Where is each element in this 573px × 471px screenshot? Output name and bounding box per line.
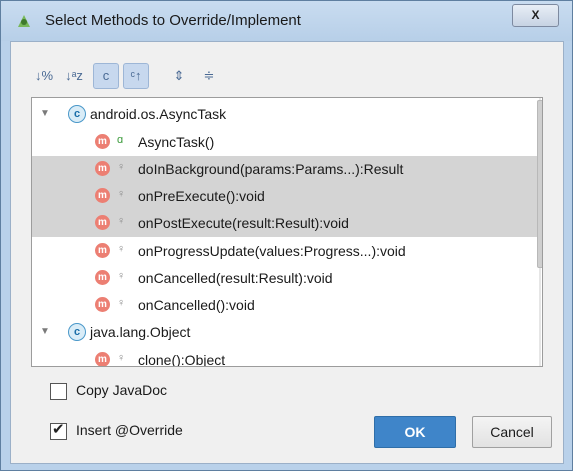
protected-visibility-icon: ♀	[117, 270, 126, 282]
android-studio-icon	[18, 15, 30, 27]
method-icon: m	[95, 270, 110, 285]
expand-all-icon[interactable]: ⇕	[166, 63, 192, 89]
close-button[interactable]: X	[512, 4, 559, 27]
method-icon: m	[95, 215, 110, 230]
tree-row-selected[interactable]: m ♀ doInBackground(params:Params...):Res…	[32, 156, 537, 183]
expand-triangle-icon[interactable]: ▼	[40, 108, 50, 119]
method-label: doInBackground(params:Params...):Result	[138, 161, 404, 177]
protected-visibility-icon: ♀	[117, 188, 126, 200]
tree-row[interactable]: m ɑ AsyncTask()	[32, 129, 537, 156]
ok-button[interactable]: OK	[374, 416, 456, 448]
method-icon: m	[95, 352, 110, 366]
collapse-all-icon[interactable]: ≑	[196, 63, 222, 89]
insert-override-checkbox[interactable]: ✔	[50, 421, 67, 440]
sort-alphabetically-icon[interactable]: ↓ᵃz	[61, 63, 87, 89]
expand-triangle-icon[interactable]: ▼	[40, 326, 50, 337]
method-icon: m	[95, 134, 110, 149]
protected-visibility-icon: ♀	[117, 161, 126, 173]
group-label: android.os.AsyncTask	[90, 106, 227, 122]
method-label: onCancelled():void	[138, 297, 255, 313]
title-bar[interactable]: Select Methods to Override/Implement X	[1, 1, 572, 41]
copy-javadoc-checkbox[interactable]	[50, 383, 67, 400]
copy-javadoc-label[interactable]: Copy JavaDoc	[76, 382, 167, 398]
method-icon: m	[95, 188, 110, 203]
sort-by-visibility-icon[interactable]: ↓%	[31, 63, 57, 89]
public-visibility-icon: ɑ	[117, 134, 124, 146]
methods-tree[interactable]: ▼ c android.os.AsyncTask m ɑ AsyncTask()…	[31, 97, 543, 367]
tree-row[interactable]: m ♀ onProgressUpdate(values:Progress...)…	[32, 238, 537, 265]
tree-group-asynctask[interactable]: ▼ c android.os.AsyncTask	[32, 101, 537, 128]
protected-visibility-icon: ♀	[117, 215, 126, 227]
insert-override-label[interactable]: Insert @Override	[76, 422, 183, 438]
dialog-window: Select Methods to Override/Implement X ↓…	[0, 0, 573, 471]
cancel-button[interactable]: Cancel	[472, 416, 552, 448]
show-classes-icon[interactable]: c	[93, 63, 119, 89]
method-label: onPreExecute():void	[138, 188, 265, 204]
group-label: java.lang.Object	[90, 324, 191, 340]
class-icon: c	[68, 323, 86, 341]
scrollbar-thumb[interactable]	[537, 100, 542, 268]
protected-visibility-icon: ♀	[117, 297, 126, 309]
show-inherited-icon[interactable]: ᶜ↑	[123, 63, 149, 89]
method-label: onProgressUpdate(values:Progress...):voi…	[138, 243, 406, 259]
method-label: AsyncTask()	[138, 134, 215, 150]
method-label: clone():Object	[138, 352, 226, 367]
protected-visibility-icon: ♀	[117, 352, 126, 364]
tree-row[interactable]: m ♀ onCancelled(result:Result):void	[32, 265, 537, 292]
method-label: onPostExecute(result:Result):void	[138, 215, 349, 231]
tree-row[interactable]: m ♀ clone():Object	[32, 347, 537, 367]
tree-row[interactable]: m ♀ onCancelled():void	[32, 292, 537, 319]
method-icon: m	[95, 161, 110, 176]
method-label: onCancelled(result:Result):void	[138, 270, 333, 286]
tree-group-object[interactable]: ▼ c java.lang.Object	[32, 319, 537, 346]
class-icon: c	[68, 105, 86, 123]
method-icon: m	[95, 297, 110, 312]
window-title: Select Methods to Override/Implement	[45, 12, 301, 29]
checkmark-icon: ✔	[52, 421, 65, 438]
protected-visibility-icon: ♀	[117, 243, 126, 255]
method-icon: m	[95, 243, 110, 258]
tree-row-selected[interactable]: m ♀ onPreExecute():void	[32, 183, 537, 210]
tree-row-selected[interactable]: m ♀ onPostExecute(result:Result):void	[32, 210, 537, 237]
